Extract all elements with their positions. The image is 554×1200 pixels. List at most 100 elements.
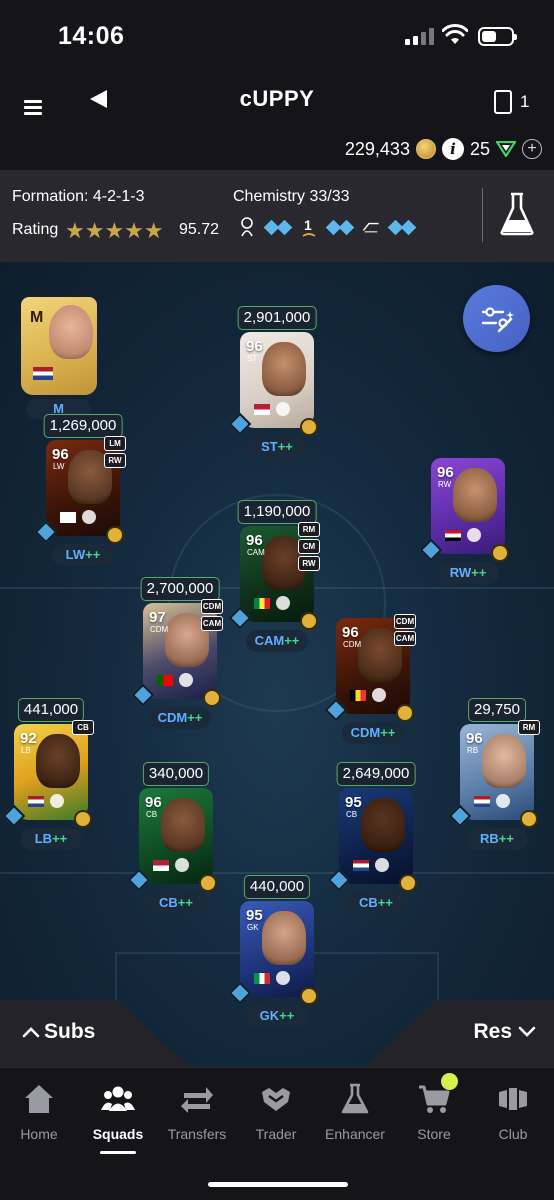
alt-position-badge: LM [104, 436, 126, 451]
player-slot-cb[interactable]: 340,000 96 CB CB++ [127, 762, 221, 932]
formation-label[interactable]: Formation: 4-2-1-3 [12, 188, 145, 206]
player-slot-lw[interactable]: 1,269,000 96 LW LM RW LW++ [34, 414, 128, 584]
player-rating: 96 [466, 730, 483, 747]
nav-store[interactable]: Store [395, 1082, 473, 1142]
player-slot-cb[interactable]: 2,649,000 95 CB CB++ [327, 762, 421, 932]
position-chem-label: RW [449, 565, 472, 580]
alt-positions: CB [72, 720, 94, 735]
chem-plus: ++ [279, 1008, 295, 1023]
chem-plus: ++ [277, 439, 293, 454]
player-card[interactable]: 96 RB [460, 724, 534, 820]
player-slot-rw[interactable]: 96 RW RW++ [419, 432, 513, 602]
position-chem-pill: CDM++ [149, 707, 211, 729]
pack-icon[interactable] [494, 90, 512, 114]
player-portrait [262, 911, 306, 965]
nation-flag-icon [153, 860, 169, 871]
alt-position-badge: RW [298, 556, 320, 571]
club-icon [499, 1088, 527, 1110]
position-chem-label: GK [259, 1008, 280, 1023]
position-chem-pill: LW++ [52, 544, 114, 566]
status-bar: 14:06 [0, 0, 554, 70]
player-slot-cdm[interactable]: 96 CDM CDM CAM CDM++ [324, 592, 418, 762]
player-card[interactable]: 95 GK [240, 901, 314, 997]
chemistry-flask-icon[interactable] [500, 192, 534, 236]
player-position: RB [467, 746, 479, 755]
player-rating: 96 [145, 794, 162, 811]
position-chem-pill: RW++ [437, 562, 499, 584]
evolution-badge-icon [203, 689, 221, 707]
player-card[interactable]: 96 ST [240, 332, 314, 428]
evolution-badge-icon [199, 874, 217, 892]
nav-club[interactable]: Club [474, 1082, 552, 1142]
res-button[interactable]: Res [473, 1020, 536, 1044]
nav-trader[interactable]: Trader [237, 1082, 315, 1142]
player-portrait [482, 734, 526, 788]
player-slot-rb[interactable]: 29,750 96 RB RM RB++ [448, 698, 542, 868]
nav-home[interactable]: Home [0, 1082, 78, 1142]
player-card[interactable]: 92 LB [14, 724, 88, 820]
chem-plus: ++ [284, 633, 300, 648]
position-chem-label: CAM [254, 633, 285, 648]
player-slot-st[interactable]: 2,901,000 96 ST ST++ [228, 306, 322, 476]
player-price: 440,000 [243, 875, 311, 899]
player-slot-lb[interactable]: 441,000 92 LB CB LB++ [2, 698, 96, 868]
squad-tools-button[interactable] [463, 285, 530, 352]
player-card[interactable]: 95 CB [339, 788, 413, 884]
chemistry-diamonds-icon [325, 216, 355, 238]
nav-label-enhancer: Enhancer [325, 1126, 385, 1142]
fc-points-icon [496, 141, 516, 157]
evolution-badge-icon [300, 418, 318, 436]
player-rating: 96 [52, 446, 69, 463]
alt-position-badge: CDM [394, 614, 416, 629]
battery-icon [478, 27, 517, 46]
nav-enhancer[interactable]: Enhancer [316, 1082, 394, 1142]
manager-card[interactable]: M [21, 297, 97, 395]
club-badge-icon [175, 858, 189, 872]
nav-label-home: Home [20, 1126, 58, 1142]
player-card[interactable]: 96 CB [139, 788, 213, 884]
nation-flag-icon [28, 796, 44, 807]
position-chem-label: CDM [350, 725, 381, 740]
nation-flag-icon [254, 404, 270, 415]
player-card[interactable]: 96 RW [431, 458, 505, 554]
player-portrait [36, 734, 80, 788]
chemistry-diamonds-icon [263, 216, 293, 238]
bottom-nav: Home Squads Transfers Trader Enhancer St… [0, 1067, 554, 1200]
player-position: CB [346, 810, 358, 819]
player-rating: 96 [246, 338, 263, 355]
club-badge-icon [82, 510, 96, 524]
position-chem-label: ST [261, 439, 278, 454]
player-slot-gk[interactable]: 440,000 95 GK GK++ [228, 875, 322, 1045]
alt-position-badge: CDM [201, 599, 223, 614]
player-portrait [453, 468, 497, 522]
league-chemistry-icons: 1 [238, 216, 417, 238]
player-position: GK [247, 923, 259, 932]
subs-button[interactable]: Subs [22, 1020, 95, 1044]
svg-text:1: 1 [304, 217, 312, 233]
res-label: Res [473, 1020, 512, 1043]
squad-info-panel: Formation: 4-2-1-3 Chemistry 33/33 Ratin… [0, 170, 554, 262]
squad-name[interactable]: cUPPY [0, 86, 554, 112]
nav-squads[interactable]: Squads [79, 1082, 157, 1142]
info-icon[interactable]: i [441, 138, 464, 160]
status-time: 14:06 [58, 22, 125, 50]
player-rating: 92 [20, 730, 37, 747]
evolution-badge-icon [300, 987, 318, 1005]
manager-portrait [49, 305, 93, 359]
player-slot-cdm[interactable]: 2,700,000 97 CDM CDM CAM CDM++ [131, 577, 225, 747]
position-chem-label: CB [159, 895, 178, 910]
add-points-icon[interactable]: + [522, 139, 542, 159]
position-chem-label: LW [65, 547, 86, 562]
player-position: RW [438, 480, 452, 489]
position-chem-label: RB [480, 831, 499, 846]
nation-flag-icon [254, 973, 270, 984]
nav-transfers[interactable]: Transfers [158, 1082, 236, 1142]
player-slot-cam[interactable]: 1,190,000 96 CAM RM CM RW CAM++ [228, 500, 322, 670]
nation-flag-icon [353, 860, 369, 871]
player-price: 2,901,000 [237, 306, 317, 330]
player-portrait [262, 342, 306, 396]
club-badge-icon [467, 528, 481, 542]
rating-value: 95.72 [179, 221, 220, 238]
nav-label-squads: Squads [92, 1126, 144, 1142]
evolution-badge-icon [399, 874, 417, 892]
